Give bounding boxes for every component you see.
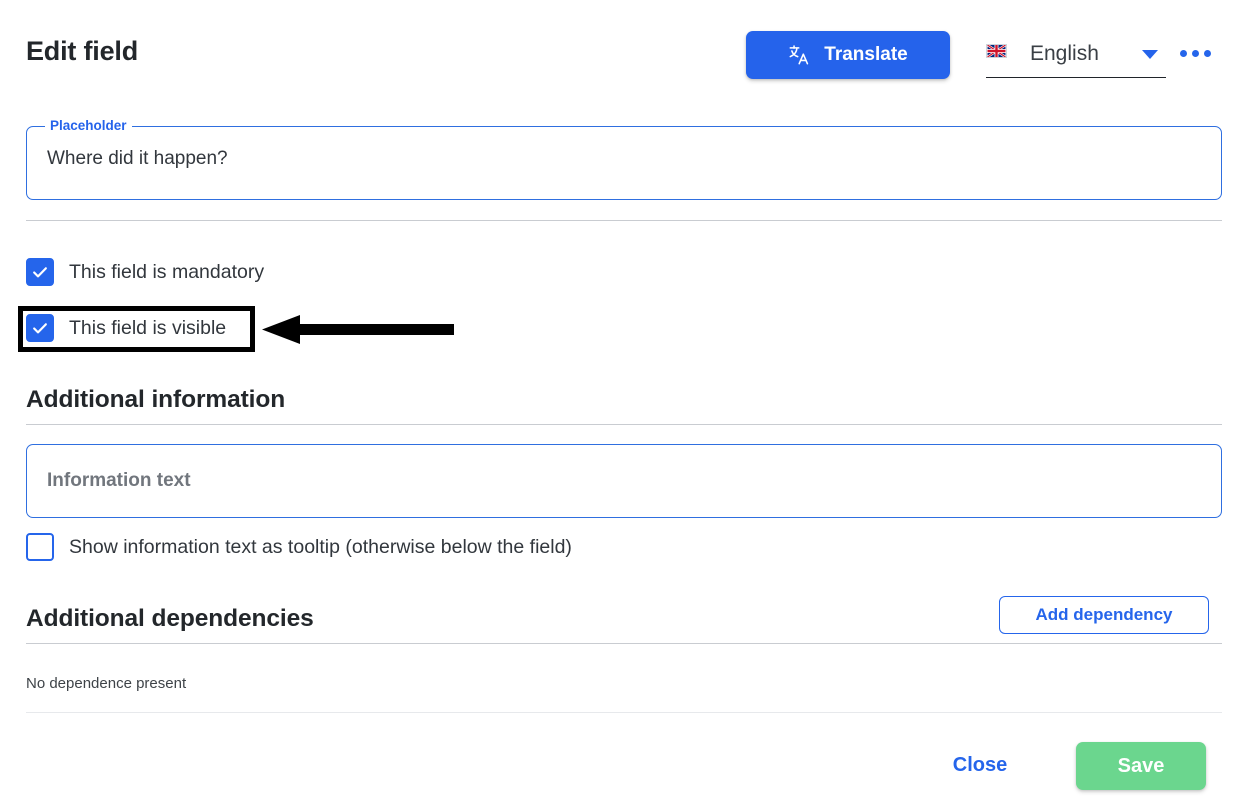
- checkbox-visible[interactable]: [26, 314, 54, 342]
- checkbox-mandatory[interactable]: [26, 258, 54, 286]
- information-text-placeholder: Information text: [47, 470, 191, 491]
- divider-additional-information: [26, 424, 1222, 425]
- checkbox-visible-label: This field is visible: [69, 317, 227, 339]
- section-heading-additional-information: Additional information: [26, 386, 286, 413]
- divider-additional-dependencies: [26, 643, 1222, 644]
- page-title: Edit field: [26, 36, 138, 66]
- placeholder-input[interactable]: Placeholder Where did it happen?: [26, 118, 1222, 200]
- divider-top: [26, 220, 1222, 221]
- language-select[interactable]: English: [986, 31, 1166, 78]
- dependencies-empty-state: No dependence present: [26, 675, 187, 692]
- close-button[interactable]: Close: [930, 744, 1030, 786]
- chevron-down-icon: [1142, 50, 1158, 59]
- language-value: English: [1030, 42, 1099, 65]
- checkbox-tooltip-label: Show information text as tooltip (otherw…: [69, 536, 572, 558]
- checkbox-row-visible[interactable]: This field is visible: [26, 314, 226, 342]
- checkbox-tooltip[interactable]: [26, 533, 54, 561]
- edit-field-dialog: Edit field Translate English Placeholder…: [0, 0, 1248, 812]
- dot-1: [1180, 49, 1187, 57]
- dot-2: [1192, 49, 1199, 57]
- translate-icon: [788, 44, 810, 66]
- checkbox-row-mandatory[interactable]: This field is mandatory: [26, 258, 264, 286]
- checkbox-row-tooltip[interactable]: Show information text as tooltip (otherw…: [26, 533, 572, 561]
- placeholder-value: Where did it happen?: [47, 148, 228, 169]
- more-horizontal-icon[interactable]: [1180, 45, 1214, 61]
- annotation-arrow-icon: [262, 313, 454, 346]
- information-text-input[interactable]: Information text: [26, 444, 1222, 518]
- dialog-header: Edit field Translate English: [0, 0, 1248, 100]
- translate-button[interactable]: Translate: [746, 31, 950, 79]
- section-heading-additional-dependencies: Additional dependencies: [26, 605, 314, 632]
- checkbox-mandatory-label: This field is mandatory: [69, 261, 265, 283]
- add-dependency-button[interactable]: Add dependency: [999, 596, 1209, 634]
- save-button[interactable]: Save: [1076, 742, 1206, 790]
- placeholder-label: Placeholder: [45, 118, 132, 134]
- dot-3: [1204, 49, 1211, 57]
- divider-footer: [26, 712, 1222, 713]
- uk-flag-icon: [986, 44, 1007, 58]
- translate-button-label: Translate: [824, 44, 908, 65]
